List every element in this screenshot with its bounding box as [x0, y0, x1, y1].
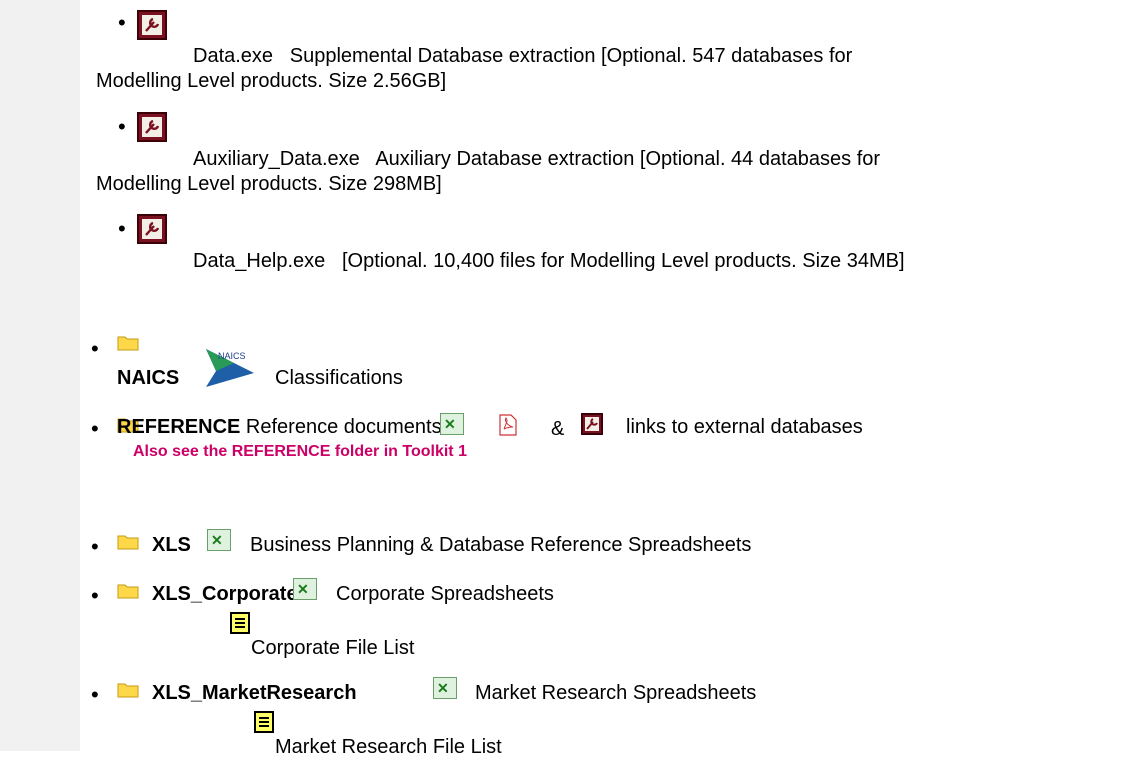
access-database-icon[interactable]	[581, 413, 603, 435]
excel-icon[interactable]: ✕	[433, 677, 457, 699]
bullet: •	[118, 10, 126, 35]
folder-description: Business Planning & Database Reference S…	[250, 534, 752, 556]
bullet: •	[118, 216, 126, 241]
list-item-text: Data_Help.exe [Optional. 10,400 files fo…	[193, 249, 905, 273]
list-item-text: Auxiliary_Data.exe Auxiliary Database ex…	[193, 147, 880, 171]
bullet: •	[91, 336, 99, 361]
list-item-text: REFERENCE Reference documents:	[117, 415, 447, 439]
bullet: •	[91, 416, 99, 441]
access-database-icon[interactable]	[137, 214, 167, 244]
file-description: Auxiliary Database extraction [Optional.…	[375, 148, 881, 170]
folder-icon[interactable]	[117, 533, 139, 550]
folder-icon[interactable]	[117, 334, 139, 351]
folder-description: Classifications	[275, 367, 403, 389]
folder-description: Market Research Spreadsheets	[475, 682, 757, 704]
excel-icon[interactable]: ✕	[440, 413, 464, 435]
file-name-link[interactable]: Data.exe	[193, 45, 273, 67]
folder-name-reference[interactable]: REFERENCE	[117, 416, 240, 438]
reference-note-link[interactable]: Also see the REFERENCE folder in Toolkit…	[133, 443, 467, 461]
access-database-icon[interactable]	[137, 10, 167, 40]
left-margin-bar	[0, 0, 80, 751]
folder-description-cont: links to external databases	[626, 416, 863, 438]
pdf-icon[interactable]	[498, 414, 518, 436]
folder-description: Reference documents:	[245, 416, 448, 438]
bullet: •	[91, 534, 99, 559]
file-name-link[interactable]: Data_Help.exe	[193, 250, 325, 272]
file-name-link[interactable]: Auxiliary_Data.exe	[193, 148, 360, 170]
file-description: Supplemental Database extraction [Option…	[289, 45, 853, 67]
bullet: •	[91, 682, 99, 707]
folder-name-naics[interactable]: NAICS	[117, 366, 179, 390]
excel-icon[interactable]: ✕	[207, 529, 231, 551]
folder-description: Corporate Spreadsheets	[336, 583, 554, 605]
ampersand: &	[551, 418, 565, 440]
folder-name-xls[interactable]: XLS	[152, 533, 191, 557]
folder-name-xls-corporate[interactable]: XLS_Corporate	[152, 582, 298, 606]
text-file-icon[interactable]	[230, 612, 250, 634]
naics-logo-icon: NAICS	[206, 349, 254, 387]
file-list-link[interactable]: Market Research File List	[275, 735, 502, 759]
file-list-link[interactable]: Corporate File List	[251, 636, 414, 660]
bullet: •	[91, 583, 99, 608]
bullet: •	[118, 114, 126, 139]
text-file-icon[interactable]	[254, 711, 274, 733]
access-database-icon[interactable]	[137, 112, 167, 142]
file-description-cont: Modelling Level products. Size 298MB]	[96, 173, 442, 195]
folder-icon[interactable]	[117, 582, 139, 599]
folder-icon[interactable]	[117, 681, 139, 698]
file-description-cont: Modelling Level products. Size 2.56GB]	[96, 70, 447, 92]
svg-text:NAICS: NAICS	[218, 351, 246, 361]
folder-name-xls-marketresearch[interactable]: XLS_MarketResearch	[152, 681, 357, 705]
list-item-text: Data.exe Supplemental Database extractio…	[193, 44, 852, 68]
excel-icon[interactable]: ✕	[293, 578, 317, 600]
file-description: [Optional. 10,400 files for Modelling Le…	[341, 250, 905, 272]
